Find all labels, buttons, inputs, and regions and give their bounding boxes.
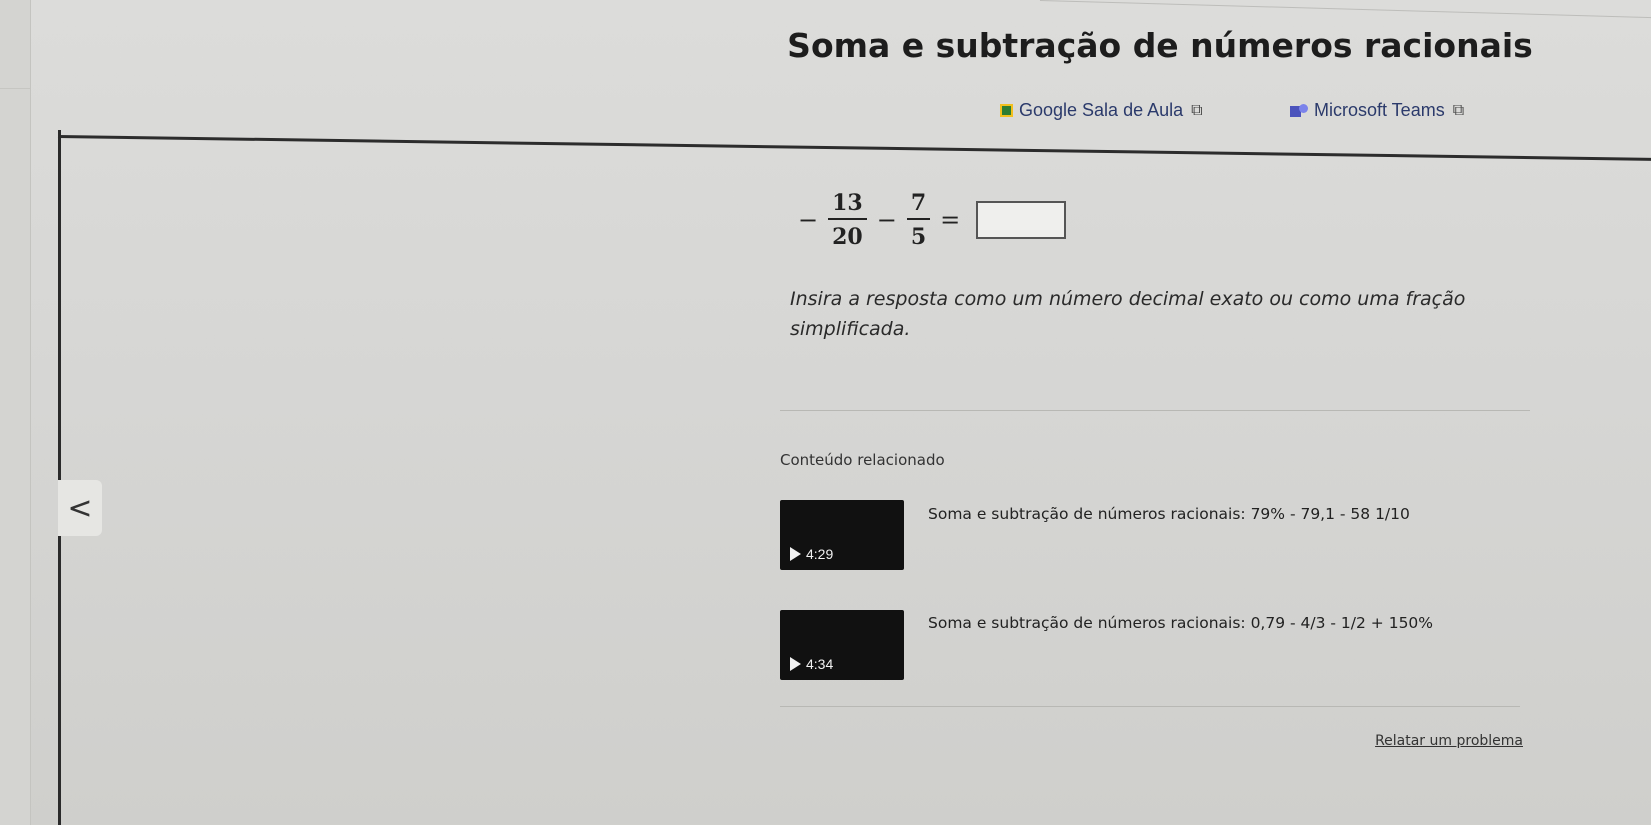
answer-input[interactable] xyxy=(976,201,1067,239)
microsoft-teams-link[interactable]: Microsoft Teams ⧉ xyxy=(1290,100,1464,121)
header-divider xyxy=(57,135,1651,161)
minus-operator: − xyxy=(876,206,897,234)
equals-sign: = xyxy=(940,206,961,234)
fraction-1: 13 20 xyxy=(828,192,867,248)
video-duration-label: 4:34 xyxy=(806,656,834,672)
video-duration-label: 4:29 xyxy=(806,546,834,562)
answer-instructions: Insira a resposta como um número decimal… xyxy=(790,288,1466,340)
external-link-icon: ⧉ xyxy=(1191,101,1203,119)
google-classroom-link[interactable]: Google Sala de Aula ⧉ xyxy=(1000,100,1203,121)
video-title-link[interactable]: Soma e subtração de números racionais: 0… xyxy=(928,614,1433,632)
carousel-prev-button[interactable]: < xyxy=(58,480,102,536)
related-content-heading: Conteúdo relacionado xyxy=(780,451,945,469)
video-thumbnail[interactable]: 4:29 xyxy=(780,500,904,570)
negative-sign: − xyxy=(798,206,819,234)
external-link-icon: ⧉ xyxy=(1452,101,1465,119)
section-divider xyxy=(780,410,1530,411)
google-classroom-icon xyxy=(1000,104,1013,117)
report-problem-link[interactable]: Relatar um problema xyxy=(1375,733,1523,749)
content-left-border xyxy=(58,130,61,825)
play-icon xyxy=(790,657,801,671)
chevron-left-icon: < xyxy=(67,490,93,526)
video-thumbnail[interactable]: 4:34 xyxy=(780,610,904,680)
microsoft-teams-label: Microsoft Teams xyxy=(1314,100,1445,120)
fraction-1-denominator: 20 xyxy=(832,224,863,250)
microsoft-teams-icon xyxy=(1290,103,1308,118)
section-divider xyxy=(780,706,1520,707)
fraction-1-numerator: 13 xyxy=(828,192,867,220)
page-title: Soma e subtração de números racionais xyxy=(787,26,1533,65)
fraction-2-denominator: 5 xyxy=(910,224,927,250)
share-links: Google Sala de Aula ⧉ Microsoft Teams ⧉ xyxy=(1000,100,1520,126)
problem-expression: − 13 20 − 7 5 = xyxy=(790,180,1067,260)
video-duration: 4:34 xyxy=(790,656,833,672)
video-duration: 4:29 xyxy=(790,546,833,562)
left-panel-edge xyxy=(0,0,31,825)
top-divider-faint xyxy=(1039,0,1651,19)
google-classroom-label: Google Sala de Aula xyxy=(1019,100,1184,120)
play-icon xyxy=(790,547,801,561)
video-title-link[interactable]: Soma e subtração de números racionais: 7… xyxy=(928,505,1410,523)
fraction-2-numerator: 7 xyxy=(906,192,931,220)
fraction-2: 7 5 xyxy=(906,192,931,250)
